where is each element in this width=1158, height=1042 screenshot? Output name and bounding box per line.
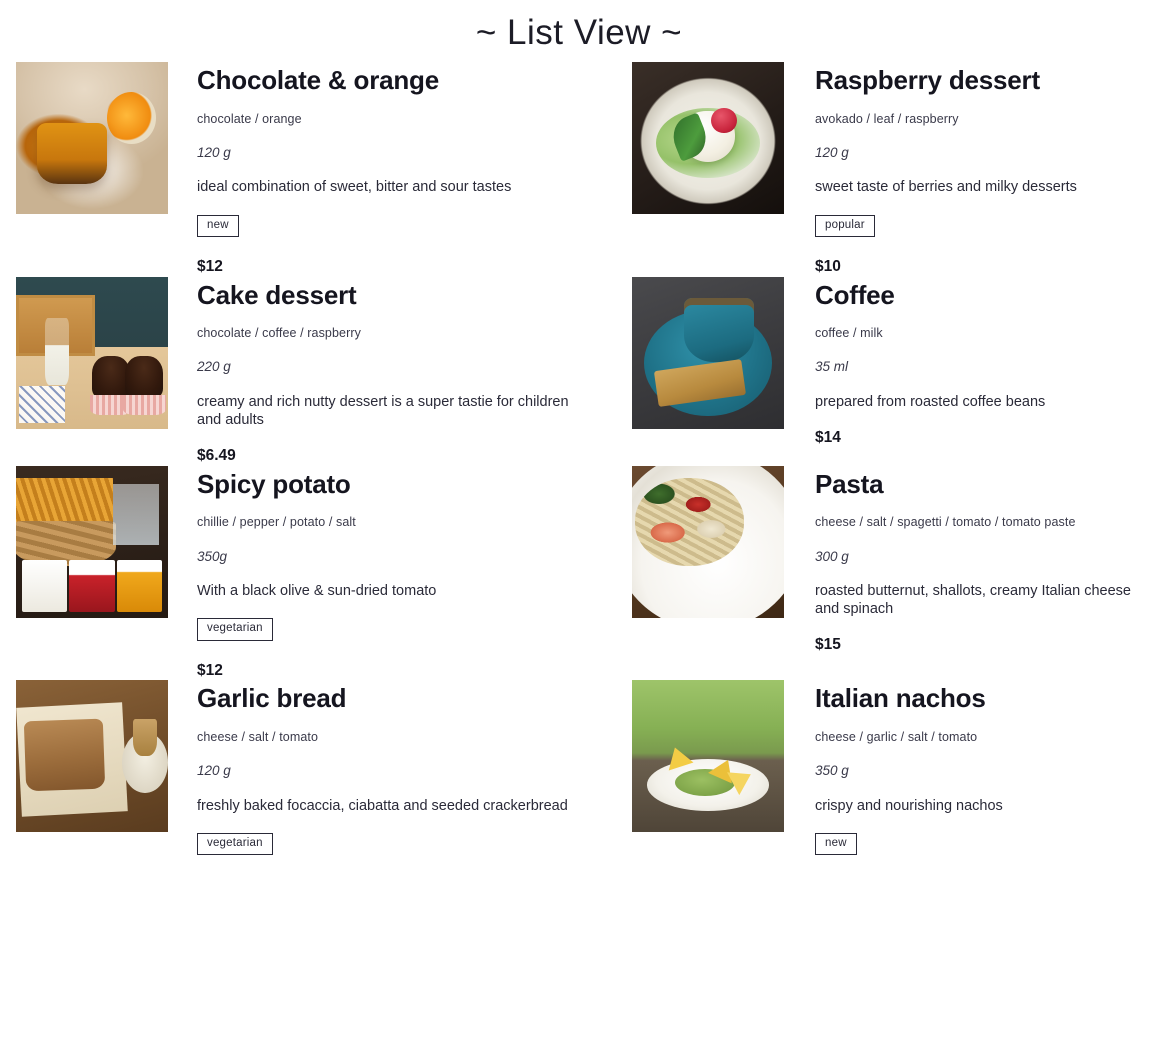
milk-carafe-shape (44, 317, 70, 385)
menu-item-weight: 350g (197, 548, 228, 564)
menu-item-weight: 350 g (815, 763, 849, 779)
menu-item-grid: Chocolate & orange chocolate / orange 12… (0, 62, 1158, 876)
menu-item-description: sweet taste of berries and milky dessert… (815, 179, 1077, 196)
menu-item[interactable]: Pasta cheese / salt / spagetti / tomato … (608, 465, 1158, 681)
menu-item-price: $14 (815, 429, 841, 447)
raspberry-shape (711, 107, 737, 134)
garlic-bread-slice-photo (16, 680, 168, 833)
menu-item-title: Cake dessert (197, 279, 357, 310)
mustard-dip (116, 560, 162, 612)
menu-item-description: roasted butternut, shallots, creamy Ital… (815, 583, 1131, 618)
menu-item-weight: 220 g (197, 359, 231, 375)
menu-item-body: Coffee coffee / milk 35 ml prepared from… (784, 277, 1158, 448)
water-glass-shape (113, 484, 159, 545)
menu-item-tag-row: popular (815, 214, 1158, 238)
status-badge[interactable]: new (815, 832, 857, 856)
coffee-cup-shape (122, 718, 168, 793)
menu-item-price: $15 (815, 636, 841, 654)
menu-item-image (632, 276, 784, 429)
menu-item-ingredients: coffee / milk (815, 326, 883, 341)
menu-item[interactable]: Italian nachos cheese / garlic / salt / … (608, 680, 1158, 876)
menu-item[interactable]: Chocolate & orange chocolate / orange 12… (0, 62, 608, 277)
menu-item-body: Italian nachos cheese / garlic / salt / … (784, 680, 1158, 876)
menu-item-ingredients: cheese / salt / spagetti / tomato / toma… (815, 515, 1076, 530)
chocolate-orange-cake-photo (16, 62, 168, 214)
menu-item-ingredients: cheese / salt / tomato (197, 730, 319, 745)
shrimp-pasta-plate-photo (632, 465, 784, 618)
menu-item-title: Italian nachos (815, 683, 986, 714)
menu-item-title: Chocolate & orange (197, 65, 439, 95)
menu-item-description: crispy and nourishing nachos (815, 797, 1003, 814)
menu-item-body: Cake dessert chocolate / coffee / raspbe… (168, 277, 608, 466)
menu-item-image (632, 62, 784, 214)
menu-item-description: creamy and rich nutty dessert is a super… (197, 394, 569, 429)
status-badge[interactable]: popular (815, 214, 875, 238)
menu-item-tag-row: new (815, 832, 1158, 856)
menu-item-price: $12 (197, 258, 223, 276)
status-badge[interactable]: vegetarian (197, 618, 273, 641)
menu-item-ingredients: chocolate / orange (197, 111, 302, 126)
nachos-guacamole-plate-photo (632, 680, 784, 833)
menu-item-price: $10 (815, 258, 841, 276)
menu-item-description: freshly baked focaccia, ciabatta and see… (197, 797, 568, 814)
list-view-page: ~ List View ~ Chocolate & orange chocola… (0, 0, 1158, 876)
menu-item-body: Raspberry dessert avokado / leaf / raspb… (784, 62, 1158, 277)
menu-item-price: $6.49 (197, 447, 236, 465)
menu-item-ingredients: cheese / garlic / salt / tomato (815, 730, 978, 745)
menu-item-ingredients: chillie / pepper / potato / salt (197, 515, 356, 530)
menu-item-description: prepared from roasted coffee beans (815, 394, 1046, 410)
cupcake-shape (123, 355, 166, 415)
menu-item-body: Chocolate & orange chocolate / orange 12… (168, 62, 608, 277)
menu-item-image (632, 465, 784, 618)
menu-item-body: Garlic bread cheese / salt / tomato 120 … (168, 680, 608, 876)
menu-item-ingredients: avokado / leaf / raspberry (815, 111, 959, 126)
menu-item-title: Raspberry dessert (815, 65, 1040, 95)
menu-item-image (16, 465, 168, 618)
menu-item-body: Pasta cheese / salt / spagetti / tomato … (784, 466, 1158, 655)
menu-item[interactable]: Spicy potato chillie / pepper / potato /… (0, 465, 608, 681)
menu-item-tag-row: vegetarian (197, 618, 608, 641)
napkin-shape (19, 386, 65, 423)
chocolate-cupcakes-photo (16, 276, 168, 429)
page-title: ~ List View ~ (475, 13, 683, 52)
menu-item[interactable]: Garlic bread cheese / salt / tomato 120 … (0, 680, 608, 876)
menu-item-image (16, 680, 168, 833)
menu-item-ingredients: chocolate / coffee / raspberry (197, 326, 361, 341)
mint-leaf-shape (666, 111, 713, 162)
raspberry-panna-cotta-photo (632, 62, 784, 214)
menu-item-weight: 120 g (197, 763, 231, 779)
menu-item-weight: 300 g (815, 548, 849, 564)
menu-item-image (16, 276, 168, 429)
status-badge[interactable]: new (197, 214, 239, 238)
menu-item-body: Spicy potato chillie / pepper / potato /… (168, 466, 608, 681)
menu-item-title: Pasta (815, 468, 884, 499)
menu-item-title: Coffee (815, 279, 895, 310)
menu-item-image (16, 62, 168, 214)
dip-bowls-shape (22, 560, 162, 612)
menu-item-title: Spicy potato (197, 468, 351, 499)
menu-item-description: With a black olive & sun-dried tomato (197, 583, 437, 600)
cupcake-shape (89, 355, 133, 415)
menu-item-weight: 120 g (197, 144, 231, 160)
menu-item-title: Garlic bread (197, 683, 347, 714)
menu-item-weight: 120 g (815, 144, 849, 160)
menu-item-price: $12 (197, 661, 223, 679)
menu-item[interactable]: Cake dessert chocolate / coffee / raspbe… (0, 276, 608, 466)
tortilla-chip-shape (662, 743, 694, 771)
menu-item-tag-row: new (197, 214, 608, 238)
menu-item-tag-row: vegetarian (197, 832, 608, 856)
menu-item-weight: 35 ml (815, 359, 849, 375)
biscotti-shape (654, 358, 747, 408)
fries-basket-dips-photo (16, 465, 168, 618)
menu-item[interactable]: Coffee coffee / milk 35 ml prepared from… (608, 276, 1158, 466)
status-badge[interactable]: vegetarian (197, 832, 273, 856)
menu-item-image (632, 680, 784, 833)
ketchup-dip (69, 560, 115, 612)
menu-item-description: ideal combination of sweet, bitter and s… (197, 179, 512, 196)
aioli-dip (22, 560, 68, 612)
menu-item[interactable]: Raspberry dessert avokado / leaf / raspb… (608, 62, 1158, 277)
coffee-cup-biscotti-photo (632, 276, 784, 429)
